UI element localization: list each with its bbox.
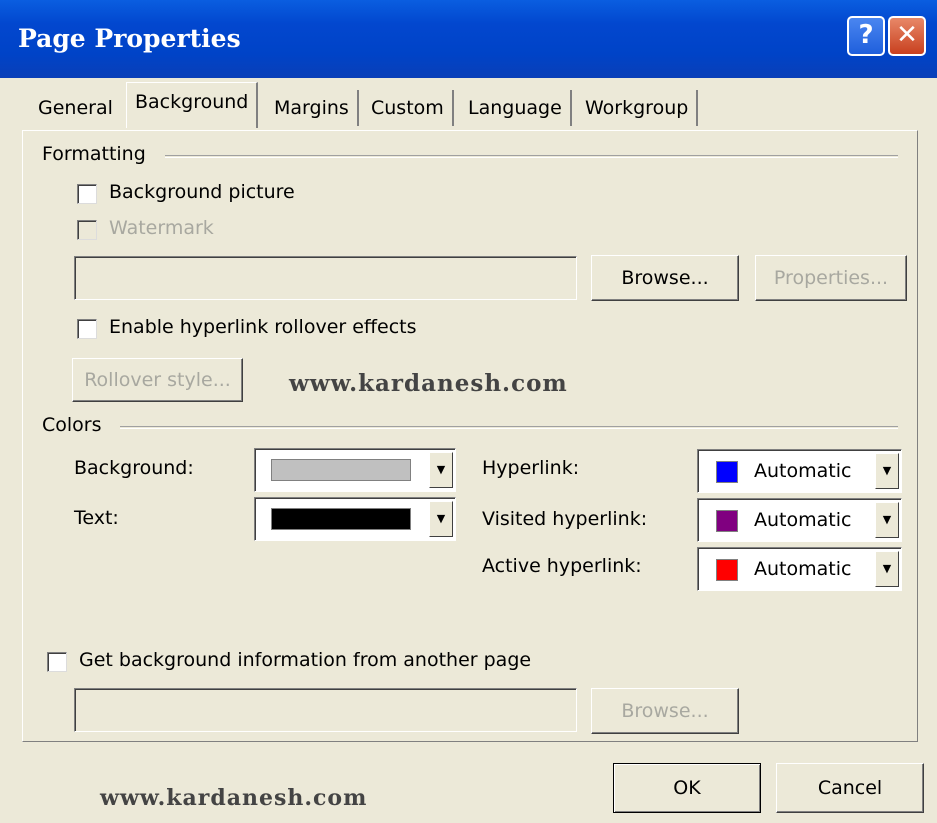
active-hyperlink-swatch [716,559,738,581]
tab-language[interactable]: Language [460,90,572,126]
tab-workgroup[interactable]: Workgroup [577,90,699,126]
chevron-down-icon[interactable]: ▼ [875,502,899,538]
tab-margins[interactable]: Margins [266,90,359,126]
text-color-swatch [271,508,411,530]
get-background-browse-button: Browse... [591,688,739,734]
hyperlink-color-swatch [716,461,738,483]
colors-group-label: Colors [42,414,102,436]
text-color-label: Text: [74,507,119,529]
rollover-effects-checkbox[interactable] [77,319,97,339]
background-picture-path-field [74,256,577,300]
hyperlink-color-dropdown[interactable]: Automatic ▼ [697,449,902,493]
chevron-down-icon[interactable]: ▼ [875,453,899,489]
dialog-body: General Background Margins Custom Langua… [0,0,937,823]
watermark-text-footer: www.kardanesh.com [100,785,368,811]
text-color-dropdown[interactable]: ▼ [254,497,456,541]
background-source-path-field [74,688,577,732]
watermark-text: www.kardanesh.com [289,370,568,397]
active-hyperlink-label: Active hyperlink: [482,555,642,577]
background-color-dropdown[interactable]: ▼ [254,448,456,492]
hyperlink-color-label: Hyperlink: [482,457,580,479]
active-hyperlink-dropdown[interactable]: Automatic ▼ [697,547,902,591]
browse-button[interactable]: Browse... [591,255,739,301]
tab-background[interactable]: Background [126,82,259,128]
active-hyperlink-value: Automatic [754,558,852,580]
rollover-style-button: Rollover style... [72,358,243,402]
colors-divider [120,426,898,429]
ok-button[interactable]: OK [613,763,761,813]
background-color-label: Background: [74,457,194,479]
rollover-effects-label: Enable hyperlink rollover effects [109,316,417,338]
hyperlink-color-value: Automatic [754,460,852,482]
properties-button: Properties... [755,255,907,301]
background-picture-checkbox[interactable] [77,184,97,204]
tab-general[interactable]: General [30,90,121,126]
get-background-label: Get background information from another … [79,649,532,671]
watermark-label: Watermark [109,217,214,239]
chevron-down-icon[interactable]: ▼ [429,501,453,537]
visited-hyperlink-label: Visited hyperlink: [482,508,648,530]
visited-hyperlink-swatch [716,510,738,532]
chevron-down-icon[interactable]: ▼ [875,551,899,587]
visited-hyperlink-value: Automatic [754,509,852,531]
visited-hyperlink-dropdown[interactable]: Automatic ▼ [697,498,902,542]
chevron-down-icon[interactable]: ▼ [429,452,453,488]
cancel-button[interactable]: Cancel [776,763,924,813]
background-color-swatch [271,459,411,481]
watermark-checkbox [77,220,97,240]
get-background-checkbox[interactable] [47,652,67,672]
formatting-group-label: Formatting [42,143,146,165]
tab-custom[interactable]: Custom [363,90,454,126]
formatting-divider [165,155,898,158]
background-picture-label: Background picture [109,181,295,203]
